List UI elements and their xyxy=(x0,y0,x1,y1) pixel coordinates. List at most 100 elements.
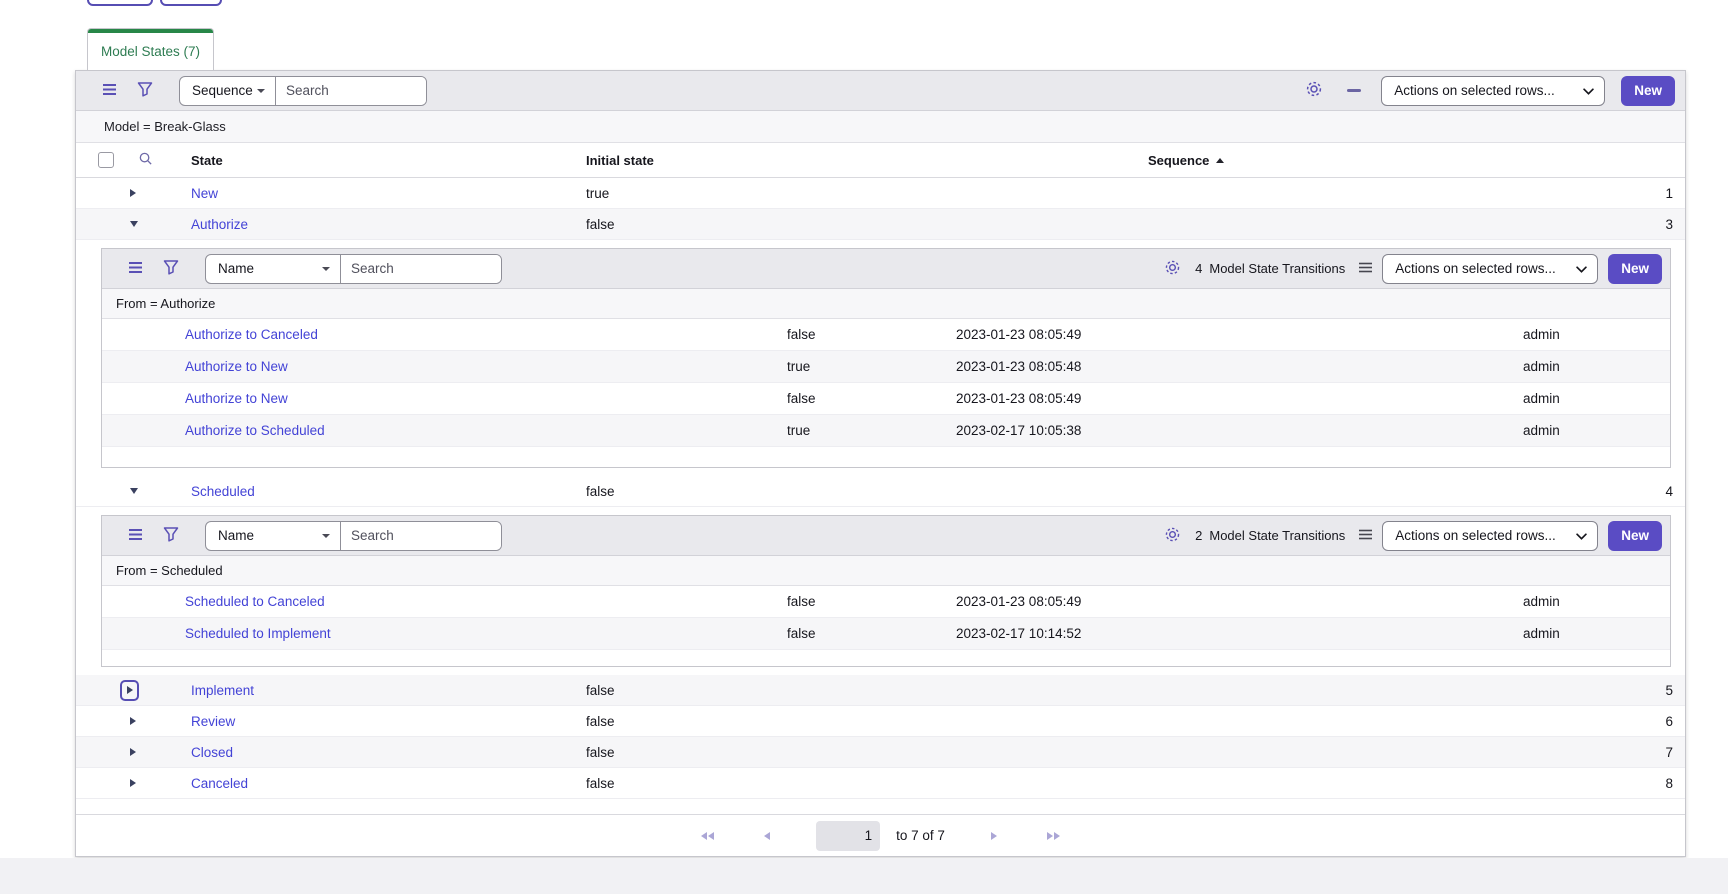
search-input[interactable] xyxy=(341,255,501,283)
transition-value: true xyxy=(787,359,956,374)
state-link[interactable]: New xyxy=(191,186,218,201)
transition-row: Authorize to New true 2023-01-23 08:05:4… xyxy=(102,351,1670,383)
focused-expander[interactable] xyxy=(120,680,139,701)
partial-button-left[interactable] xyxy=(87,0,153,6)
next-page-button[interactable] xyxy=(987,828,1001,844)
transition-link[interactable]: Scheduled to Implement xyxy=(185,626,331,641)
last-page-icon xyxy=(1047,832,1060,840)
search-input[interactable] xyxy=(276,77,426,105)
new-button[interactable]: New xyxy=(1621,76,1675,106)
table-row: Closed false 7 xyxy=(76,737,1685,768)
chevron-right-icon xyxy=(127,686,133,694)
new-button[interactable]: New xyxy=(1608,521,1662,551)
list-icon[interactable] xyxy=(1359,527,1372,545)
chevron-down-icon xyxy=(322,534,330,538)
chevron-down-icon xyxy=(1576,528,1587,543)
pagination-bar: to 7 of 7 xyxy=(76,814,1685,856)
state-link[interactable]: Authorize xyxy=(191,217,248,232)
chevron-right-icon xyxy=(130,189,136,197)
tab-model-states[interactable]: Model States (7) xyxy=(87,28,214,70)
transition-updated: 2023-02-17 10:14:52 xyxy=(956,626,1523,641)
column-header-initial-state[interactable]: Initial state xyxy=(586,153,1148,168)
partial-button-right[interactable] xyxy=(160,0,222,6)
state-link[interactable]: Scheduled xyxy=(191,484,255,499)
list-settings-button[interactable] xyxy=(1301,76,1327,105)
collapse-row-button[interactable] xyxy=(126,484,142,498)
actions-select[interactable]: Actions on selected rows... xyxy=(1381,76,1605,106)
sequence-value: 3 xyxy=(1148,217,1685,232)
select-all-checkbox[interactable] xyxy=(98,152,114,168)
list-menu-button[interactable] xyxy=(124,257,147,281)
transition-value: true xyxy=(787,423,956,438)
previous-page-button[interactable] xyxy=(760,828,774,844)
table-row: Authorize false 3 xyxy=(76,209,1685,240)
first-page-button[interactable] xyxy=(697,828,718,844)
expand-row-button[interactable] xyxy=(126,775,140,791)
table-row: Implement false 5 xyxy=(76,675,1685,706)
transition-link[interactable]: Authorize to New xyxy=(185,391,288,406)
transition-link[interactable]: Authorize to Canceled xyxy=(185,327,318,342)
transition-row: Authorize to Scheduled true 2023-02-17 1… xyxy=(102,415,1670,447)
funnel-icon xyxy=(163,259,179,278)
hamburger-icon xyxy=(128,261,143,277)
new-button[interactable]: New xyxy=(1608,254,1662,284)
column-header-sequence[interactable]: Sequence xyxy=(1148,153,1685,168)
search-field-select[interactable]: Name xyxy=(206,522,341,550)
breadcrumb-text: From = Scheduled xyxy=(116,563,223,578)
state-link[interactable]: Review xyxy=(191,714,235,729)
sub-list-footer xyxy=(102,650,1670,666)
table-row: Canceled false 8 xyxy=(76,768,1685,799)
minus-icon xyxy=(1347,89,1361,92)
initial-state-value: false xyxy=(586,217,1148,232)
actions-select[interactable]: Actions on selected rows... xyxy=(1382,521,1598,551)
filter-button[interactable] xyxy=(133,77,157,104)
expand-row-button[interactable] xyxy=(126,713,140,729)
expand-row-button[interactable] xyxy=(126,744,140,760)
search-field-select[interactable]: Name xyxy=(206,255,341,283)
transition-link[interactable]: Authorize to Scheduled xyxy=(185,423,325,438)
search-field-select[interactable]: Sequence xyxy=(180,77,276,105)
sequence-value: 8 xyxy=(1148,776,1685,791)
list-menu-button[interactable] xyxy=(124,524,147,548)
sort-ascending-icon xyxy=(1216,158,1224,163)
transitions-search-combo: Name xyxy=(205,521,502,551)
list-settings-button[interactable] xyxy=(1160,522,1185,550)
hamburger-icon xyxy=(128,528,143,544)
breadcrumb[interactable]: From = Authorize xyxy=(102,289,1670,319)
filter-button[interactable] xyxy=(159,522,183,549)
search-input[interactable] xyxy=(341,522,501,550)
chevron-down-icon xyxy=(257,89,265,93)
chevron-down-icon xyxy=(130,221,138,227)
transition-updated: 2023-01-23 08:05:49 xyxy=(956,594,1523,609)
transition-row: Authorize to New false 2023-01-23 08:05:… xyxy=(102,383,1670,415)
transition-link[interactable]: Scheduled to Canceled xyxy=(185,594,325,609)
funnel-icon xyxy=(163,526,179,545)
chevron-down-icon xyxy=(322,267,330,271)
filter-button[interactable] xyxy=(159,255,183,282)
state-link[interactable]: Implement xyxy=(191,683,254,698)
transition-updated-by: admin xyxy=(1523,626,1670,641)
breadcrumb-text: Model = Break-Glass xyxy=(104,119,226,134)
actions-select-value: Actions on selected rows... xyxy=(1394,83,1555,98)
list-menu-button[interactable] xyxy=(98,79,121,103)
actions-select[interactable]: Actions on selected rows... xyxy=(1382,254,1598,284)
last-page-button[interactable] xyxy=(1043,828,1064,844)
list-icon[interactable] xyxy=(1359,260,1372,278)
column-header-state[interactable]: State xyxy=(191,153,586,168)
sequence-value: 4 xyxy=(1148,484,1685,499)
sequence-value: 5 xyxy=(1148,683,1685,698)
breadcrumb[interactable]: Model = Break-Glass xyxy=(76,111,1685,143)
breadcrumb[interactable]: From = Scheduled xyxy=(102,556,1670,586)
page-background-strip xyxy=(0,858,1728,894)
list-settings-button[interactable] xyxy=(1160,255,1185,283)
initial-state-value: true xyxy=(586,186,1148,201)
transition-row: Scheduled to Canceled false 2023-01-23 0… xyxy=(102,586,1670,618)
transition-link[interactable]: Authorize to New xyxy=(185,359,288,374)
state-link[interactable]: Canceled xyxy=(191,776,248,791)
state-link[interactable]: Closed xyxy=(191,745,233,760)
collapse-row-button[interactable] xyxy=(126,217,142,231)
column-search-icon[interactable] xyxy=(138,151,153,169)
expand-row-button[interactable] xyxy=(126,185,140,201)
collapse-list-button[interactable] xyxy=(1343,85,1365,96)
page-number-input[interactable] xyxy=(816,821,880,851)
